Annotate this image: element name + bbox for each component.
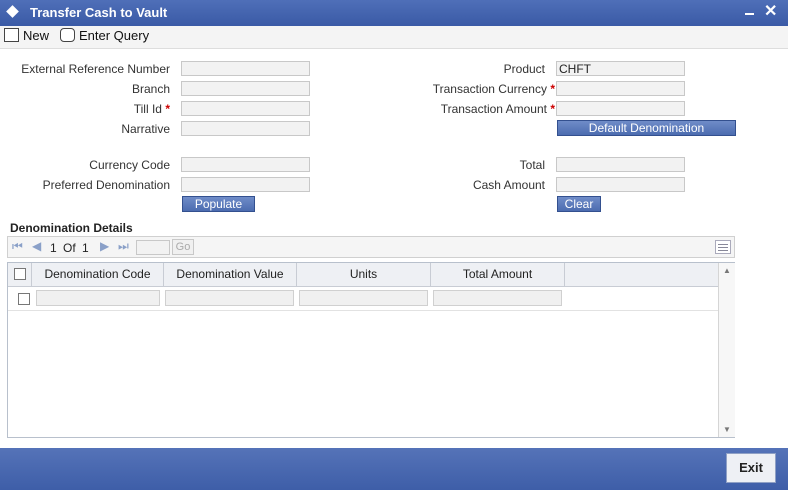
pagination-bar: ⏮ ◀ 1 Of 1 ▶ ⏭ Go [7,236,735,258]
database-icon [60,28,75,42]
cash-amount-field[interactable] [556,177,685,192]
denomination-code-cell[interactable] [36,290,160,306]
denomination-value-cell[interactable] [165,290,294,306]
column-header[interactable]: Denomination Value [164,263,297,286]
exit-button[interactable]: Exit [726,453,776,483]
new-button[interactable]: New [4,28,49,43]
footer-bar [0,448,788,490]
total-field[interactable] [556,157,685,172]
narrative-label: Narrative [121,122,170,136]
transaction-amount-label-text: Transaction Amount [440,102,547,116]
go-button[interactable]: Go [172,239,194,255]
required-marker: * [165,102,170,116]
first-page-icon[interactable]: ⏮ [12,239,23,254]
column-header[interactable]: Denomination Code [32,263,164,286]
scroll-up-icon[interactable]: ▲ [719,266,735,275]
select-all-checkbox[interactable] [13,268,26,280]
preferred-denomination-label: Preferred Denomination [42,178,170,192]
external-reference-number-field[interactable] [181,61,310,76]
column-header[interactable]: Units [297,263,431,286]
cash-amount-label: Cash Amount [472,178,545,192]
page-number-input[interactable] [136,240,170,255]
title-bar: Transfer Cash to Vault ✕ [0,0,788,26]
window-title: Transfer Cash to Vault [30,5,168,20]
minimize-icon[interactable] [745,13,754,15]
transaction-amount-label: Transaction Amount * [380,102,555,116]
transaction-currency-field[interactable] [556,81,685,96]
total-pages: 1 [82,241,89,255]
transaction-amount-field[interactable] [556,101,685,116]
product-label: Product [503,62,545,76]
currency-code-label: Currency Code [89,158,170,172]
total-amount-cell[interactable] [433,290,562,306]
enter-query-button[interactable]: Enter Query [60,28,149,43]
preferred-denomination-field[interactable] [181,177,310,192]
page-of-label: Of [63,241,76,255]
required-marker: * [550,82,555,96]
denomination-grid: Denomination Code Denomination Value Uni… [7,262,735,438]
transaction-currency-label-text: Transaction Currency [432,82,547,96]
toolbar: New Enter Query [0,26,788,49]
row-checkbox[interactable] [18,293,30,305]
till-id-field[interactable] [181,101,310,116]
vertical-scrollbar[interactable]: ▲ ▼ [718,263,735,437]
till-id-label: Till Id * [0,102,170,116]
currency-code-field[interactable] [181,157,310,172]
list-view-icon[interactable] [715,240,731,254]
grid-header: Denomination Code Denomination Value Uni… [8,263,718,287]
transaction-currency-label: Transaction Currency * [380,82,555,96]
close-icon[interactable]: ✕ [764,1,777,21]
last-page-icon[interactable]: ⏭ [118,239,129,254]
previous-page-icon[interactable]: ◀ [32,239,41,253]
select-all-cell [8,263,32,286]
enter-query-label: Enter Query [79,28,150,43]
column-header[interactable]: Total Amount [431,263,565,286]
table-row [8,286,718,311]
external-reference-number-label: External Reference Number [21,62,170,76]
product-field[interactable] [556,61,685,76]
new-label: New [23,28,50,43]
clear-button[interactable]: Clear [557,196,601,212]
total-label: Total [519,158,545,172]
required-marker: * [550,102,555,116]
window-diamond-icon [6,5,19,18]
units-cell[interactable] [299,290,428,306]
denomination-details-title: Denomination Details [10,221,133,235]
default-denomination-button[interactable]: Default Denomination [557,120,736,136]
populate-button[interactable]: Populate [182,196,255,212]
new-icon [4,28,19,42]
current-page: 1 [50,241,57,255]
scroll-down-icon[interactable]: ▼ [719,425,735,434]
next-page-icon[interactable]: ▶ [100,239,109,253]
branch-label: Branch [131,82,170,96]
till-id-label-text: Till Id [133,102,162,116]
narrative-field[interactable] [181,121,310,136]
branch-field[interactable] [181,81,310,96]
